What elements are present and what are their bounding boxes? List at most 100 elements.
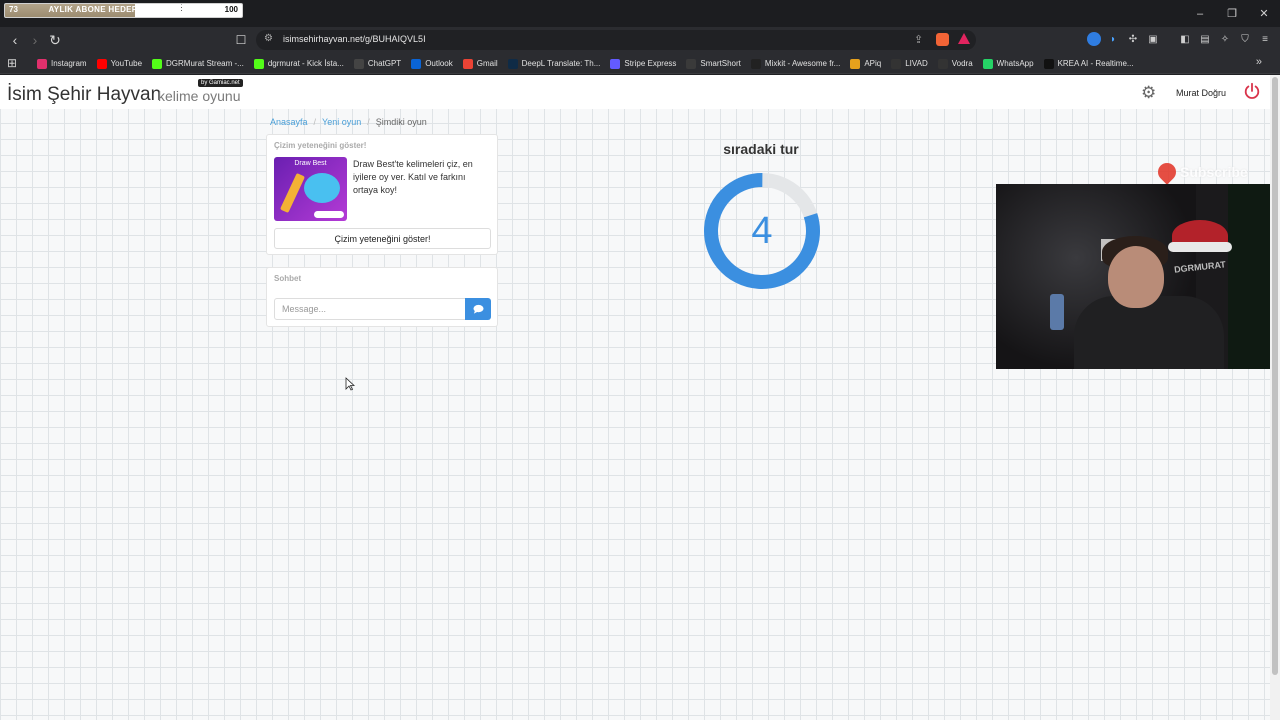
- breadcrumb-current: Şimdiki oyun: [375, 117, 427, 127]
- bookmark-label: dgrmurat - Kick İsta...: [267, 59, 344, 68]
- breadcrumb: Anasayfa / Yeni oyun / Şimdiki oyun: [270, 117, 427, 127]
- page-content: İsim Şehir Hayvan kelime oyunu by Gamiac…: [0, 75, 1270, 720]
- vodra-icon: [937, 58, 948, 69]
- bookmark-list: Instagram YouTube DGRMurat Stream -... dgrm…: [37, 53, 1144, 74]
- audio-extension-icon[interactable]: ◗: [1106, 32, 1120, 46]
- bookmark-item[interactable]: Gmail: [462, 58, 498, 69]
- bookmark-label: LIVAD: [905, 59, 928, 68]
- share-icon[interactable]: ⇪: [914, 33, 923, 46]
- draw-best-footer: [314, 211, 344, 218]
- page-scrollbar-thumb[interactable]: [1272, 77, 1278, 675]
- browser-nav-bar: ‹ › ↻ ☐ ⚙ isimsehirhayvan.net/g/BUHAIQVL…: [0, 27, 1280, 53]
- bookmark-label: KREA AI - Realtime...: [1057, 59, 1134, 68]
- bookmark-item[interactable]: Vodra: [937, 58, 973, 69]
- bookmark-label: APiq: [864, 59, 882, 68]
- breadcrumb-home[interactable]: Anasayfa: [270, 117, 308, 127]
- reload-icon[interactable]: ↻: [46, 31, 64, 49]
- mouse-cursor-icon: [345, 377, 355, 391]
- subscriber-goal-label: AYLIK ABONE HEDEFİ: [48, 5, 140, 14]
- bookmark-label: Instagram: [51, 59, 87, 68]
- page-scrollbar[interactable]: [1270, 75, 1280, 720]
- bookmark-item[interactable]: KREA AI - Realtime...: [1043, 58, 1134, 69]
- power-icon[interactable]: [1243, 82, 1261, 100]
- mixkit-icon: [750, 58, 761, 69]
- bookmark-item[interactable]: Instagram: [37, 58, 87, 69]
- subscriber-goal-max: 100: [224, 5, 238, 14]
- countdown-number: 4: [751, 210, 773, 252]
- bookmark-item[interactable]: Outlook: [411, 58, 453, 69]
- bookmark-label: Outlook: [425, 59, 453, 68]
- kick-icon: [253, 58, 264, 69]
- flame-icon: [1154, 159, 1180, 185]
- bookmark-item[interactable]: ChatGPT: [353, 58, 402, 69]
- bookmark-item[interactable]: LIVAD: [891, 58, 928, 69]
- vpn-icon[interactable]: ⛉: [1238, 32, 1252, 46]
- youtube-icon: [96, 58, 107, 69]
- instagram-icon: [37, 58, 47, 69]
- brave-shields-icon[interactable]: [936, 33, 949, 46]
- window-controls: – ❐ ✕: [1184, 0, 1280, 27]
- site-info-icon[interactable]: ⚙: [264, 33, 273, 44]
- pencil-icon: [279, 172, 306, 214]
- menu-icon[interactable]: ≡: [1258, 32, 1272, 46]
- more-bookmarks-icon[interactable]: »: [1256, 56, 1262, 68]
- stripe-icon: [610, 58, 621, 69]
- gamiac-badge: by Gamiac.net: [198, 79, 243, 87]
- leo-ai-icon[interactable]: ✧: [1218, 32, 1232, 46]
- bookmark-item[interactable]: dgrmurat - Kick İsta...: [253, 58, 344, 69]
- bookmark-label: YouTube: [110, 59, 143, 68]
- bookmark-item[interactable]: DeepL Translate: Th...: [507, 58, 601, 69]
- bookmark-label: Stripe Express: [624, 59, 677, 68]
- bookmark-label: SmartShort: [700, 59, 741, 68]
- bookmark-item[interactable]: Mixkit - Awesome fr...: [750, 58, 841, 69]
- subscriber-goal-divider: ⋮: [177, 3, 186, 12]
- extensions-icon[interactable]: ✣: [1126, 32, 1140, 46]
- restore-icon[interactable]: ❐: [1216, 0, 1248, 27]
- bookmark-label: DeepL Translate: Th...: [521, 59, 601, 68]
- site-header: İsim Şehir Hayvan kelime oyunu by Gamiac…: [0, 75, 1270, 109]
- bookmark-label: DGRMurat Stream -...: [166, 59, 244, 68]
- brave-rewards-icon[interactable]: [958, 33, 970, 44]
- draw-best-blob: [304, 173, 340, 203]
- user-name[interactable]: Murat Doğru: [1176, 88, 1226, 98]
- bookmark-label: Mixkit - Awesome fr...: [764, 59, 841, 68]
- chat-bubble-icon: [472, 304, 484, 314]
- breadcrumb-separator: /: [367, 117, 370, 127]
- gmail-icon: [462, 58, 473, 69]
- bookmark-label: ChatGPT: [367, 59, 402, 68]
- bookmark-item[interactable]: Stripe Express: [610, 58, 677, 69]
- forward-icon[interactable]: ›: [26, 31, 44, 49]
- christmas-tree: [1228, 184, 1270, 369]
- draw-best-image[interactable]: Draw Best: [274, 157, 347, 221]
- bookmark-icon[interactable]: ☐: [232, 31, 250, 49]
- wallet-icon[interactable]: ▤: [1198, 32, 1212, 46]
- apiq-icon: [850, 58, 861, 69]
- chat-message-input[interactable]: Message...: [274, 298, 466, 320]
- apps-grid-icon[interactable]: ⊞: [7, 56, 17, 70]
- whatsapp-icon: [982, 58, 993, 69]
- chat-send-button[interactable]: [465, 298, 491, 320]
- settings-gear-icon[interactable]: ⚙: [1141, 83, 1156, 103]
- close-icon[interactable]: ✕: [1248, 0, 1280, 27]
- back-icon[interactable]: ‹: [6, 31, 24, 49]
- sidebar-icon[interactable]: ◧: [1178, 32, 1192, 46]
- extension-icon[interactable]: [1087, 32, 1101, 46]
- bookmark-item[interactable]: DGRMurat Stream -...: [152, 58, 244, 69]
- address-bar[interactable]: ⚙ isimsehirhayvan.net/g/BUHAIQVL5I ⇪: [256, 30, 976, 50]
- bookmark-item[interactable]: APiq: [850, 58, 882, 69]
- breadcrumb-new-game[interactable]: Yeni oyun: [322, 117, 361, 127]
- promo-text: Draw Best'te kelimeleri çiz, en iyilere …: [353, 159, 473, 195]
- minimize-icon[interactable]: –: [1184, 0, 1216, 27]
- livad-icon: [891, 58, 902, 69]
- streamer-face: [1108, 246, 1164, 308]
- media-icon[interactable]: ▣: [1146, 32, 1160, 46]
- brand-title[interactable]: İsim Şehir Hayvan: [7, 84, 161, 106]
- draw-best-button[interactable]: Çizim yeteneğini göster!: [274, 228, 491, 249]
- draw-best-image-title: Draw Best: [294, 160, 327, 167]
- bookmark-item[interactable]: YouTube: [96, 58, 143, 69]
- krea-icon: [1043, 58, 1054, 69]
- bookmark-item[interactable]: SmartShort: [686, 58, 741, 69]
- url-text[interactable]: isimsehirhayvan.net/g/BUHAIQVL5I: [283, 34, 426, 44]
- santa-hat-band: [1168, 242, 1232, 252]
- bookmark-item[interactable]: WhatsApp: [982, 58, 1034, 69]
